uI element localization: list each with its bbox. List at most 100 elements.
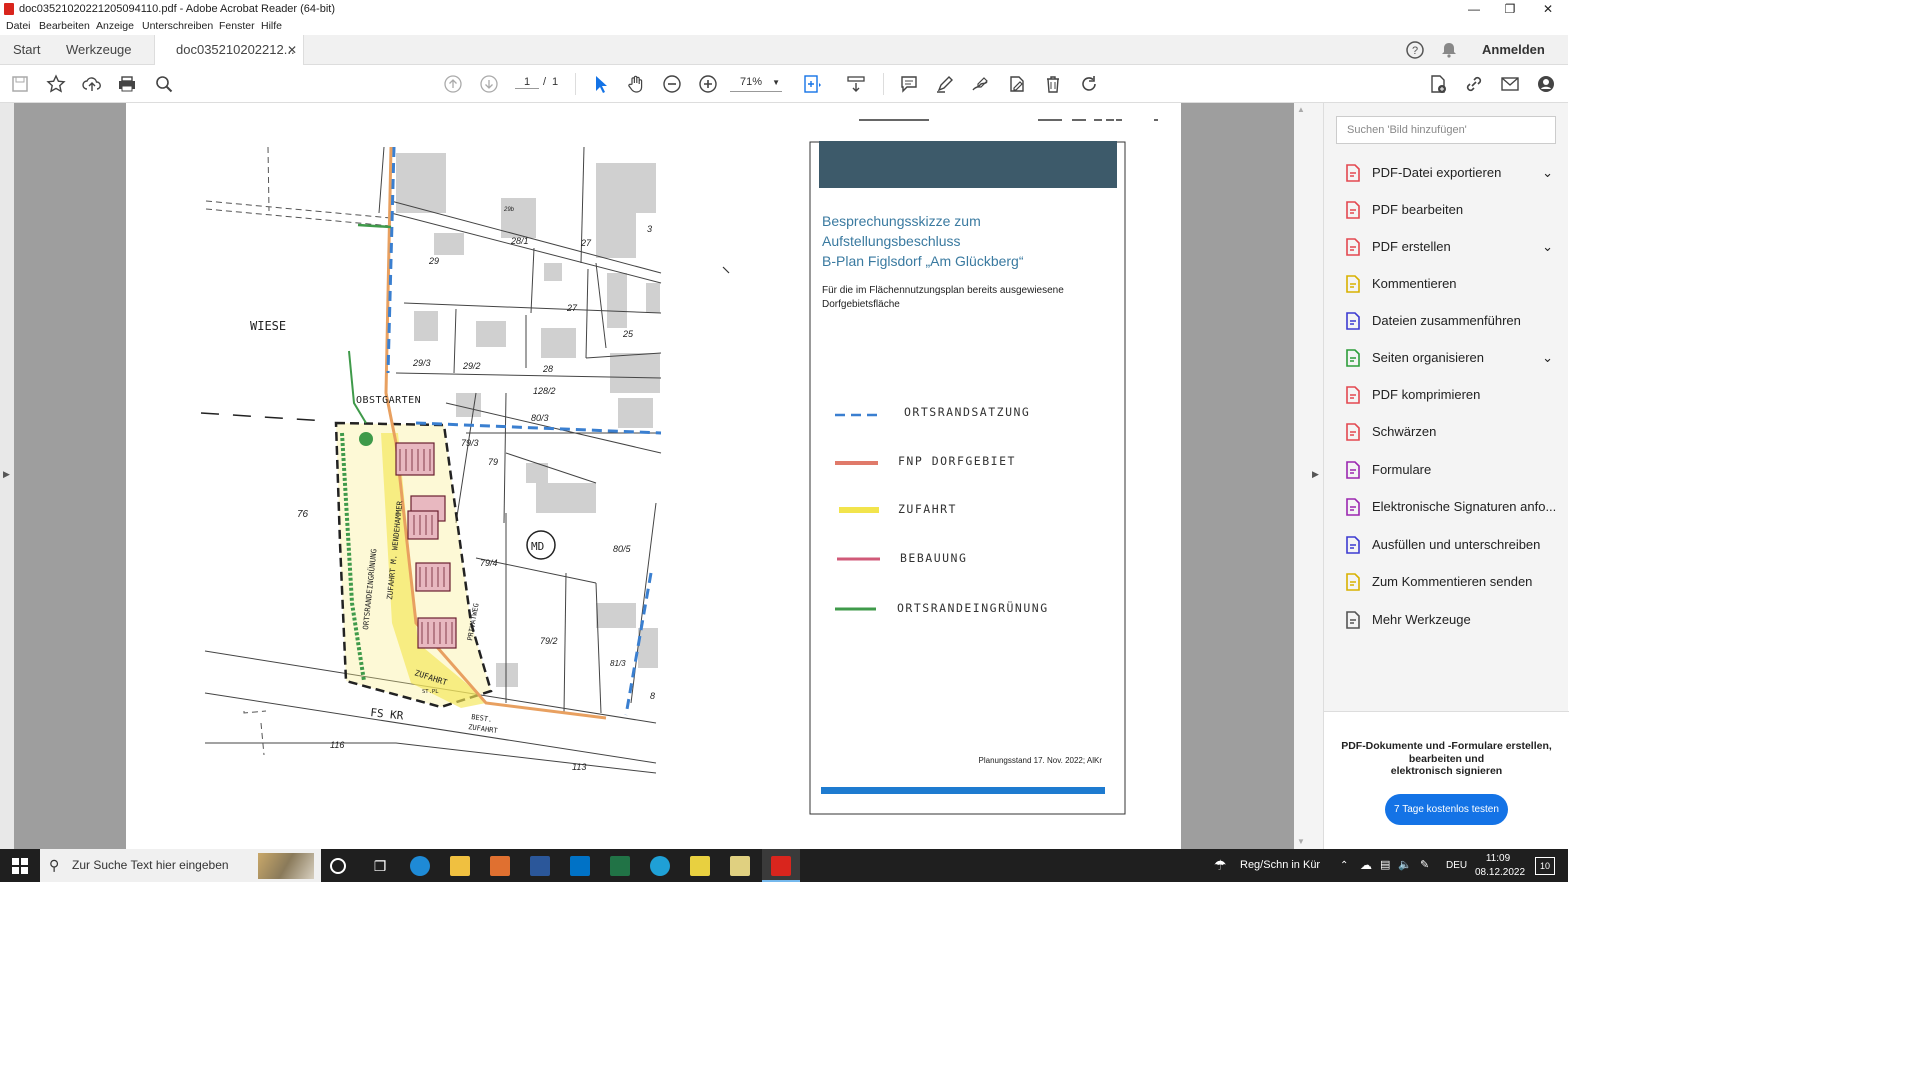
internet-explorer-icon[interactable] <box>410 856 430 876</box>
tool-item-6[interactable]: PDF komprimieren <box>1324 380 1569 410</box>
acrobat-taskbar-button[interactable] <box>762 849 800 882</box>
map-label-27b: 27 <box>580 238 592 248</box>
tool-item-9[interactable]: Elektronische Signaturen anfo... <box>1324 492 1569 522</box>
media-player-icon[interactable] <box>490 856 510 876</box>
tool-item-2[interactable]: PDF erstellen ⌄ <box>1324 232 1569 262</box>
rotate-icon[interactable] <box>1079 74 1099 94</box>
task-view-icon[interactable]: ❐ <box>370 856 390 876</box>
hand-tool-icon[interactable] <box>626 74 646 94</box>
tool-item-0[interactable]: PDF-Datei exportieren ⌄ <box>1324 158 1569 188</box>
select-cursor-icon[interactable] <box>591 74 611 94</box>
minimize-button[interactable]: — <box>1457 0 1491 18</box>
help-icon[interactable]: ? <box>1405 35 1425 65</box>
print-icon[interactable] <box>117 74 137 94</box>
tray-chevron-up-icon[interactable]: ⌃ <box>1340 849 1348 882</box>
share-link-icon[interactable] <box>1464 74 1484 94</box>
upload-cloud-icon[interactable] <box>82 74 102 94</box>
scroll-up-icon[interactable]: ▲ <box>1297 105 1305 114</box>
tool-item-label: Elektronische Signaturen anfo... <box>1372 499 1557 514</box>
menu-datei[interactable]: Datei <box>6 18 31 35</box>
edge-icon[interactable] <box>650 856 670 876</box>
tool-item-7[interactable]: Schwärzen <box>1324 417 1569 447</box>
file-explorer-icon[interactable] <box>450 856 470 876</box>
save-icon[interactable] <box>10 74 30 94</box>
previous-page-icon[interactable] <box>443 74 463 94</box>
email-icon[interactable] <box>1500 74 1520 94</box>
close-tab-icon[interactable]: ✕ <box>287 35 297 65</box>
onedrive-cloud-icon[interactable]: ☁ <box>1360 849 1372 882</box>
menu-hilfe[interactable]: Hilfe <box>261 18 282 35</box>
delete-trash-icon[interactable] <box>1043 74 1063 94</box>
tool-item-10[interactable]: Ausfüllen und unterschreiben <box>1324 530 1569 560</box>
tab-bar: Start Werkzeuge doc035210202212... ✕ ? A… <box>0 35 1568 66</box>
tab-document[interactable]: doc035210202212... ✕ <box>154 35 304 66</box>
fit-page-icon[interactable] <box>802 74 822 94</box>
next-page-icon[interactable] <box>479 74 499 94</box>
right-panel-toggle[interactable]: ▶ <box>1308 103 1323 849</box>
tool-item-11[interactable]: Zum Kommentieren senden <box>1324 567 1569 597</box>
map-label-81-3: 81/3 <box>610 659 626 668</box>
export-pdf-icon[interactable] <box>1428 74 1448 94</box>
tab-start[interactable]: Start <box>13 35 40 65</box>
tool-item-4[interactable]: Dateien zusammenführen <box>1324 306 1569 336</box>
left-panel-toggle[interactable]: ▶ <box>0 103 14 849</box>
search-zoom-icon[interactable] <box>154 74 174 94</box>
chevron-down-icon[interactable]: ⌄ <box>1542 350 1553 366</box>
tool-item-12[interactable]: Mehr Werkzeuge <box>1324 605 1569 635</box>
map-label-79-2: 79/2 <box>540 636 558 646</box>
vertical-scrollbar[interactable]: ▲ ▼ <box>1294 103 1308 849</box>
notepad-app-icon[interactable] <box>730 856 750 876</box>
tool-item-icon <box>1344 498 1362 516</box>
zoom-level-select[interactable]: 71% ▼ <box>730 76 782 92</box>
close-button[interactable]: ✕ <box>1531 0 1565 18</box>
network-icon[interactable]: ▤ <box>1380 849 1390 882</box>
language-indicator[interactable]: DEU <box>1446 849 1467 882</box>
clock-date[interactable]: 08.12.2022 <box>1475 856 1525 889</box>
weather-text[interactable]: Reg/Schn in Kür <box>1240 849 1320 882</box>
tool-item-5[interactable]: Seiten organisieren ⌄ <box>1324 343 1569 373</box>
map-label-md: MD <box>531 540 544 553</box>
volume-icon[interactable]: 🔈 <box>1398 849 1412 882</box>
word-icon[interactable] <box>530 856 550 876</box>
pen-icon[interactable]: ✎ <box>1420 849 1429 882</box>
comment-icon[interactable] <box>899 74 919 94</box>
signin-button[interactable]: Anmelden <box>1482 35 1545 65</box>
excel-icon[interactable] <box>610 856 630 876</box>
chevron-down-icon[interactable]: ⌄ <box>1542 165 1553 181</box>
weather-icon[interactable]: ☂ <box>1214 849 1227 882</box>
zoom-in-icon[interactable] <box>698 74 718 94</box>
zoom-out-icon[interactable] <box>662 74 682 94</box>
outlook-icon[interactable] <box>570 856 590 876</box>
doc-heading-line2: Aufstellungsbeschluss <box>822 233 961 249</box>
menu-anzeige[interactable]: Anzeige <box>96 18 134 35</box>
notification-center-icon[interactable]: 10 <box>1535 857 1555 875</box>
share-user-icon[interactable] <box>1536 74 1556 94</box>
tab-werkzeuge[interactable]: Werkzeuge <box>66 35 132 65</box>
highlight-pen-icon[interactable] <box>935 74 955 94</box>
menu-bearbeiten[interactable]: Bearbeiten <box>39 18 90 35</box>
taskbar-search-input[interactable]: Zur Suche Text hier eingeben ⚲ <box>40 849 321 882</box>
map-label-wiese: WIESE <box>250 319 286 333</box>
scroll-mode-icon[interactable] <box>846 74 866 94</box>
page-number-input[interactable]: 1 <box>515 76 539 89</box>
free-trial-button[interactable]: 7 Tage kostenlos testen <box>1385 794 1508 825</box>
zoom-level-value: 71% <box>740 76 763 88</box>
menu-unterschreiben[interactable]: Unterschreiben <box>142 18 213 35</box>
map-label-79-3: 79/3 <box>461 438 479 448</box>
bookmark-star-icon[interactable] <box>46 74 66 94</box>
draw-sign-icon[interactable] <box>971 74 991 94</box>
toolbar-divider <box>575 73 576 95</box>
menu-fenster[interactable]: Fenster <box>219 18 255 35</box>
tool-item-1[interactable]: PDF bearbeiten <box>1324 195 1569 225</box>
windows-start-icon[interactable] <box>12 858 28 874</box>
tool-item-8[interactable]: Formulare <box>1324 455 1569 485</box>
notification-bell-icon[interactable] <box>1440 35 1458 65</box>
cortana-icon[interactable] <box>330 858 346 874</box>
scroll-down-icon[interactable]: ▼ <box>1297 837 1305 846</box>
ticket-app-icon[interactable] <box>690 856 710 876</box>
chevron-down-icon[interactable]: ⌄ <box>1542 239 1553 255</box>
restore-button[interactable]: ❐ <box>1493 0 1527 18</box>
tools-search-input[interactable]: Suchen 'Bild hinzufügen' <box>1336 116 1556 144</box>
stamp-edit-icon[interactable] <box>1007 74 1027 94</box>
tool-item-3[interactable]: Kommentieren <box>1324 269 1569 299</box>
